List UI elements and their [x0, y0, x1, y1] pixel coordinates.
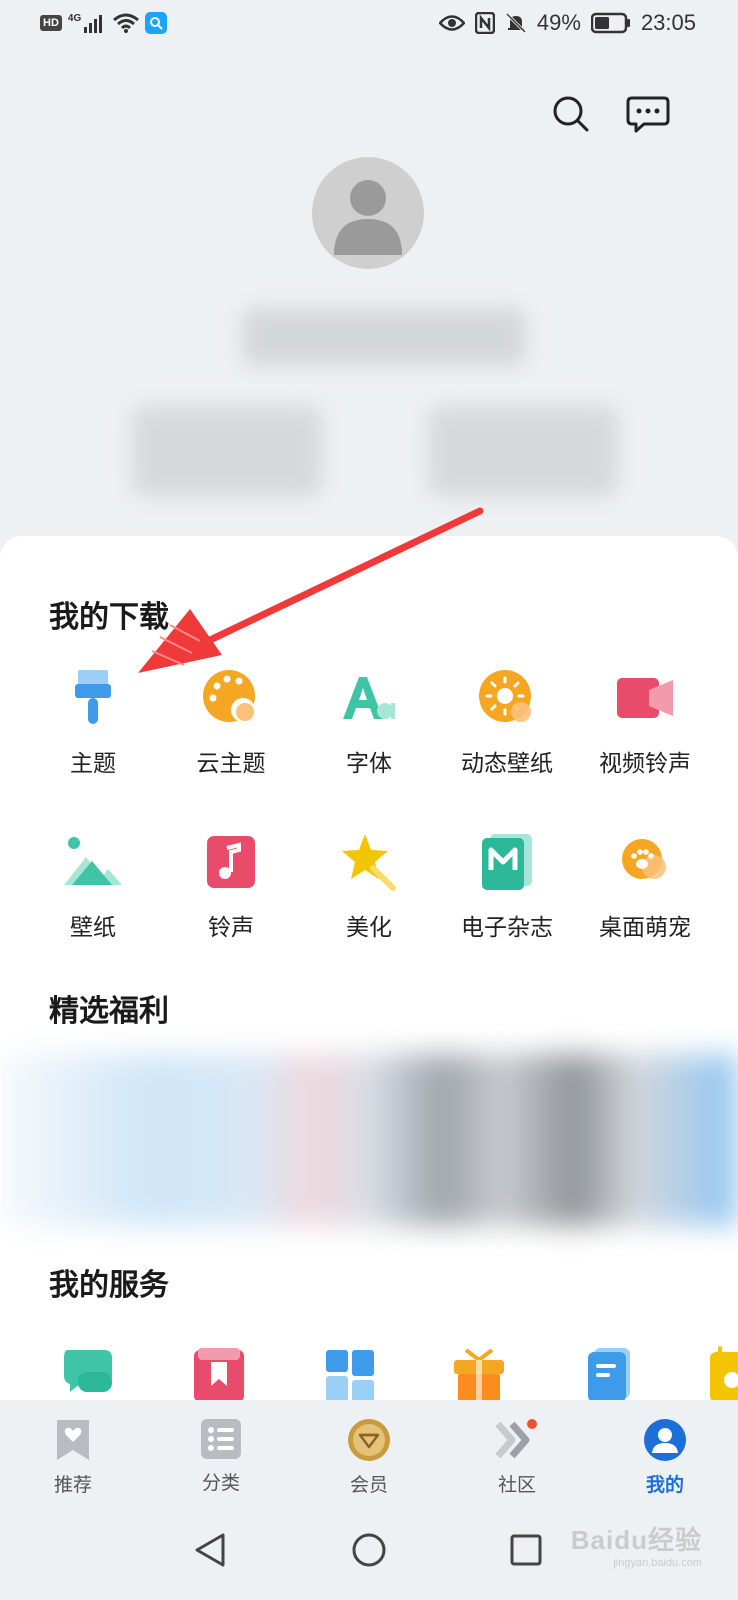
download-theme-label: 主题	[70, 751, 116, 777]
stat-blurred-right	[428, 406, 618, 496]
category-icon	[201, 1419, 241, 1459]
service-gift[interactable]	[452, 1346, 506, 1400]
watermark-brand: Baidu经验	[570, 1525, 702, 1555]
benefits-banner-blurred[interactable]	[0, 1054, 738, 1226]
download-desktop-pet-label: 桌面萌宠	[599, 915, 691, 941]
tab-profile[interactable]: 我的	[610, 1418, 720, 1498]
status-left: HD 4G	[40, 12, 168, 34]
profile-icon	[644, 1419, 686, 1461]
download-cloud-theme[interactable]: 云主题	[162, 666, 300, 796]
services-row	[0, 1346, 738, 1400]
tab-category[interactable]: 分类	[166, 1418, 276, 1498]
nav-recents-button[interactable]	[506, 1530, 546, 1570]
stat-blurred-left	[132, 406, 322, 496]
network-type: 4G	[67, 12, 82, 24]
ringtone-icon	[199, 830, 263, 894]
tab-category-label: 分类	[201, 1472, 240, 1494]
battery-percent: 49%	[536, 10, 581, 35]
search-icon	[553, 96, 589, 132]
star-wand-icon	[337, 830, 401, 894]
service-chat[interactable]	[62, 1346, 116, 1400]
document-icon	[588, 1348, 630, 1400]
download-video-ringtone-label: 视频铃声	[599, 751, 691, 777]
pet-paw-icon	[613, 830, 677, 894]
default-user-icon	[334, 180, 402, 255]
bottom-tab-bar: 推荐 分类 会员 社区 我的	[0, 1400, 738, 1500]
recommend-icon	[57, 1420, 89, 1460]
avatar[interactable]	[312, 157, 424, 269]
tab-community[interactable]: 社区	[462, 1418, 572, 1498]
download-magazine-label: 电子杂志	[461, 915, 553, 941]
bookmark-book-icon	[194, 1348, 244, 1400]
tab-community-label: 社区	[497, 1474, 536, 1496]
gift-icon	[454, 1348, 504, 1400]
community-icon	[495, 1419, 537, 1459]
download-font-label: 字体	[346, 751, 392, 777]
calendar-icon	[710, 1346, 738, 1400]
tab-recommend-label: 推荐	[53, 1474, 92, 1496]
download-wallpaper-label: 壁纸	[70, 915, 116, 941]
search-app-icon	[145, 12, 168, 34]
magazine-icon	[475, 830, 539, 894]
brush-icon	[61, 666, 125, 730]
services-title: 我的服务	[49, 1268, 169, 1303]
nav-home-button[interactable]	[349, 1530, 389, 1570]
download-beautify[interactable]: 美化	[300, 830, 438, 960]
tab-vip-label: 会员	[349, 1474, 388, 1496]
search-button[interactable]	[549, 92, 593, 136]
download-font[interactable]: 字体	[300, 666, 438, 796]
content-card: 我的下载 主题 云主题 字体 动态壁纸 视频铃声 壁纸 铃声 美化 电子杂志 桌…	[0, 536, 738, 1400]
download-wallpaper[interactable]: 壁纸	[24, 830, 162, 960]
download-live-wallpaper[interactable]: 动态壁纸	[438, 666, 576, 796]
service-calendar[interactable]	[708, 1346, 738, 1400]
tab-recommend[interactable]: 推荐	[18, 1418, 128, 1498]
home-circle-icon	[352, 1533, 386, 1567]
download-cloud-theme-label: 云主题	[196, 751, 266, 777]
username-blurred	[242, 308, 526, 366]
benefits-title: 精选福利	[49, 994, 169, 1029]
palette-icon	[199, 666, 263, 730]
back-triangle-icon	[195, 1533, 225, 1567]
wallpaper-icon	[61, 830, 125, 894]
service-widgets[interactable]	[324, 1346, 378, 1400]
download-beautify-label: 美化	[346, 915, 392, 941]
mute-bell-icon	[505, 12, 526, 34]
baidu-watermark: Baidu经验 jingyan.baidu.com	[571, 1520, 702, 1569]
download-desktop-pet[interactable]: 桌面萌宠	[576, 830, 714, 960]
tab-profile-label: 我的	[645, 1474, 684, 1496]
wifi-icon	[113, 13, 140, 33]
downloads-title: 我的下载	[49, 600, 169, 635]
download-magazine[interactable]: 电子杂志	[438, 830, 576, 960]
status-right: 49% 23:05	[438, 10, 696, 36]
nav-back-button[interactable]	[190, 1530, 230, 1570]
watermark-sub: jingyan.baidu.com	[613, 1557, 702, 1569]
widgets-icon	[326, 1350, 374, 1400]
video-ringtone-icon	[613, 666, 677, 730]
hd-badge: HD	[40, 15, 62, 31]
message-icon	[626, 96, 670, 133]
service-document[interactable]	[584, 1346, 638, 1400]
recents-square-icon	[510, 1534, 542, 1566]
live-wallpaper-icon	[475, 666, 539, 730]
eye-icon	[438, 15, 465, 31]
tab-vip[interactable]: 会员	[314, 1418, 424, 1498]
signal-icon	[84, 15, 103, 33]
battery-icon	[590, 12, 630, 34]
download-ringtone-label: 铃声	[208, 915, 254, 941]
download-video-ringtone[interactable]: 视频铃声	[576, 666, 714, 796]
service-bookmark[interactable]	[192, 1346, 246, 1400]
messages-button[interactable]	[626, 92, 670, 136]
nfc-icon	[474, 12, 495, 34]
font-icon	[337, 666, 401, 730]
download-live-wallpaper-label: 动态壁纸	[461, 751, 553, 777]
download-theme[interactable]: 主题	[24, 666, 162, 796]
clock: 23:05	[640, 10, 696, 35]
download-ringtone[interactable]: 铃声	[162, 830, 300, 960]
chat-bubbles-icon	[64, 1350, 112, 1392]
status-bar: HD 4G 49% 23:05	[0, 0, 738, 50]
vip-icon	[348, 1419, 390, 1461]
